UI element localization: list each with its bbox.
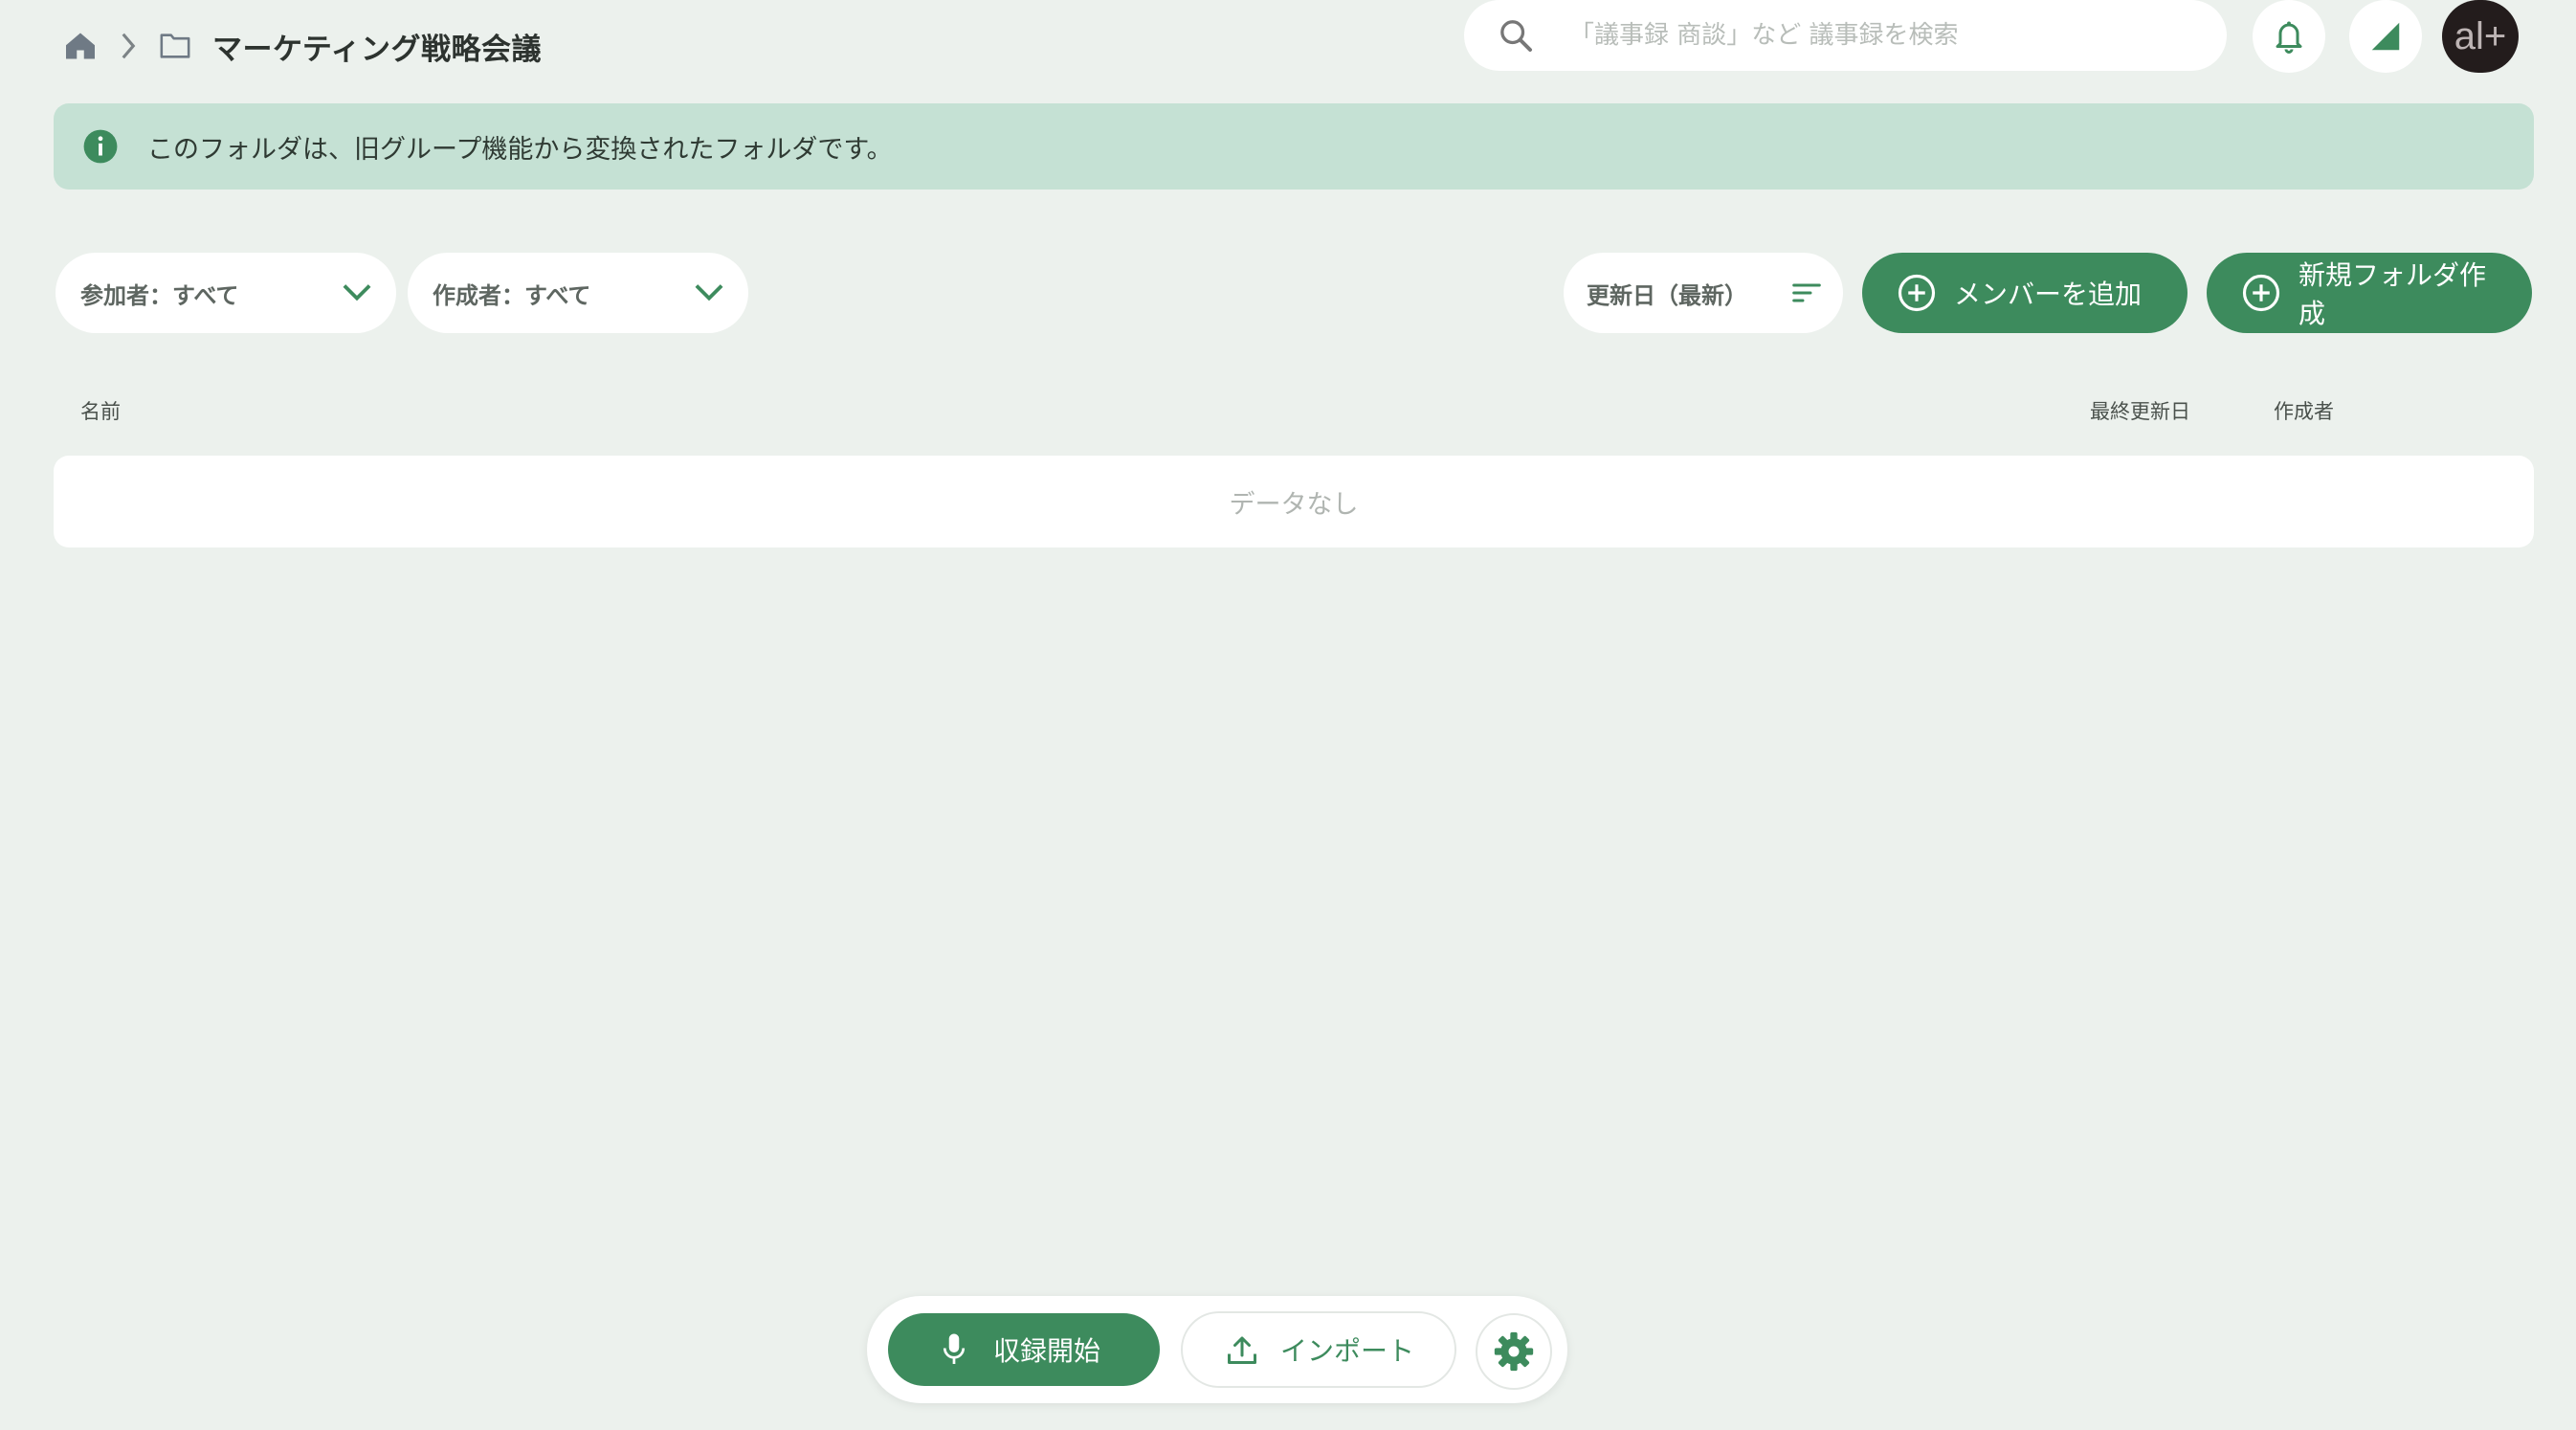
new-folder-button[interactable]: 新規フォルダ作成 [2207,253,2532,333]
gear-icon [1493,1330,1535,1373]
info-icon [82,128,119,165]
table-body: データなし [54,456,2534,547]
column-header-name[interactable]: 名前 [80,396,121,425]
chevron-down-icon [695,283,723,302]
search-input[interactable] [1567,20,2184,51]
avatar[interactable]: al+ [2442,0,2519,73]
author-filter[interactable]: 作成者：すべて [408,253,748,333]
plus-circle-icon [1897,273,1937,313]
bell-icon [2272,17,2306,56]
chevron-right-icon [119,33,138,59]
search-bar[interactable] [1464,0,2227,71]
record-label: 収録開始 [993,1335,1101,1367]
banner-text: このフォルダは、旧グループ機能から変換されたフォルダです。 [147,134,893,165]
participants-filter[interactable]: 参加者：すべて [56,253,396,333]
add-member-button[interactable]: メンバーを追加 [1862,253,2187,333]
plus-circle-icon [2241,273,2281,313]
notifications-button[interactable] [2253,0,2325,73]
folder-icon[interactable] [159,32,191,60]
participants-filter-label: 参加者：すべて [80,281,239,309]
column-header-updated[interactable]: 最終更新日 [2090,396,2190,425]
record-button[interactable]: 収録開始 [888,1313,1160,1386]
add-member-label: メンバーを追加 [1954,279,2143,310]
home-icon[interactable] [63,29,98,63]
chevron-down-icon [343,283,371,302]
signal-icon [2367,18,2404,55]
import-label: インポート [1280,1335,1415,1367]
upload-icon [1225,1332,1259,1367]
new-folder-label: 新規フォルダ作成 [2298,259,2487,329]
author-filter-label: 作成者：すべて [433,281,591,309]
sort-button[interactable]: 更新日（最新） [1564,253,1843,333]
sort-icon [1791,280,1822,305]
search-icon [1497,16,1535,55]
settings-button[interactable] [1476,1313,1552,1390]
breadcrumb: マーケティング戦略会議 [63,17,542,75]
sort-label: 更新日（最新） [1587,281,1747,309]
signal-button[interactable] [2349,0,2422,73]
page-title: マーケティング戦略会議 [212,32,543,67]
import-button[interactable]: インポート [1181,1311,1456,1388]
column-header-author[interactable]: 作成者 [2274,396,2334,425]
info-banner: このフォルダは、旧グループ機能から変換されたフォルダです。 [54,103,2534,190]
microphone-icon [942,1332,966,1367]
empty-state-text: データなし [1229,489,1359,520]
avatar-text: al+ [2454,14,2507,57]
